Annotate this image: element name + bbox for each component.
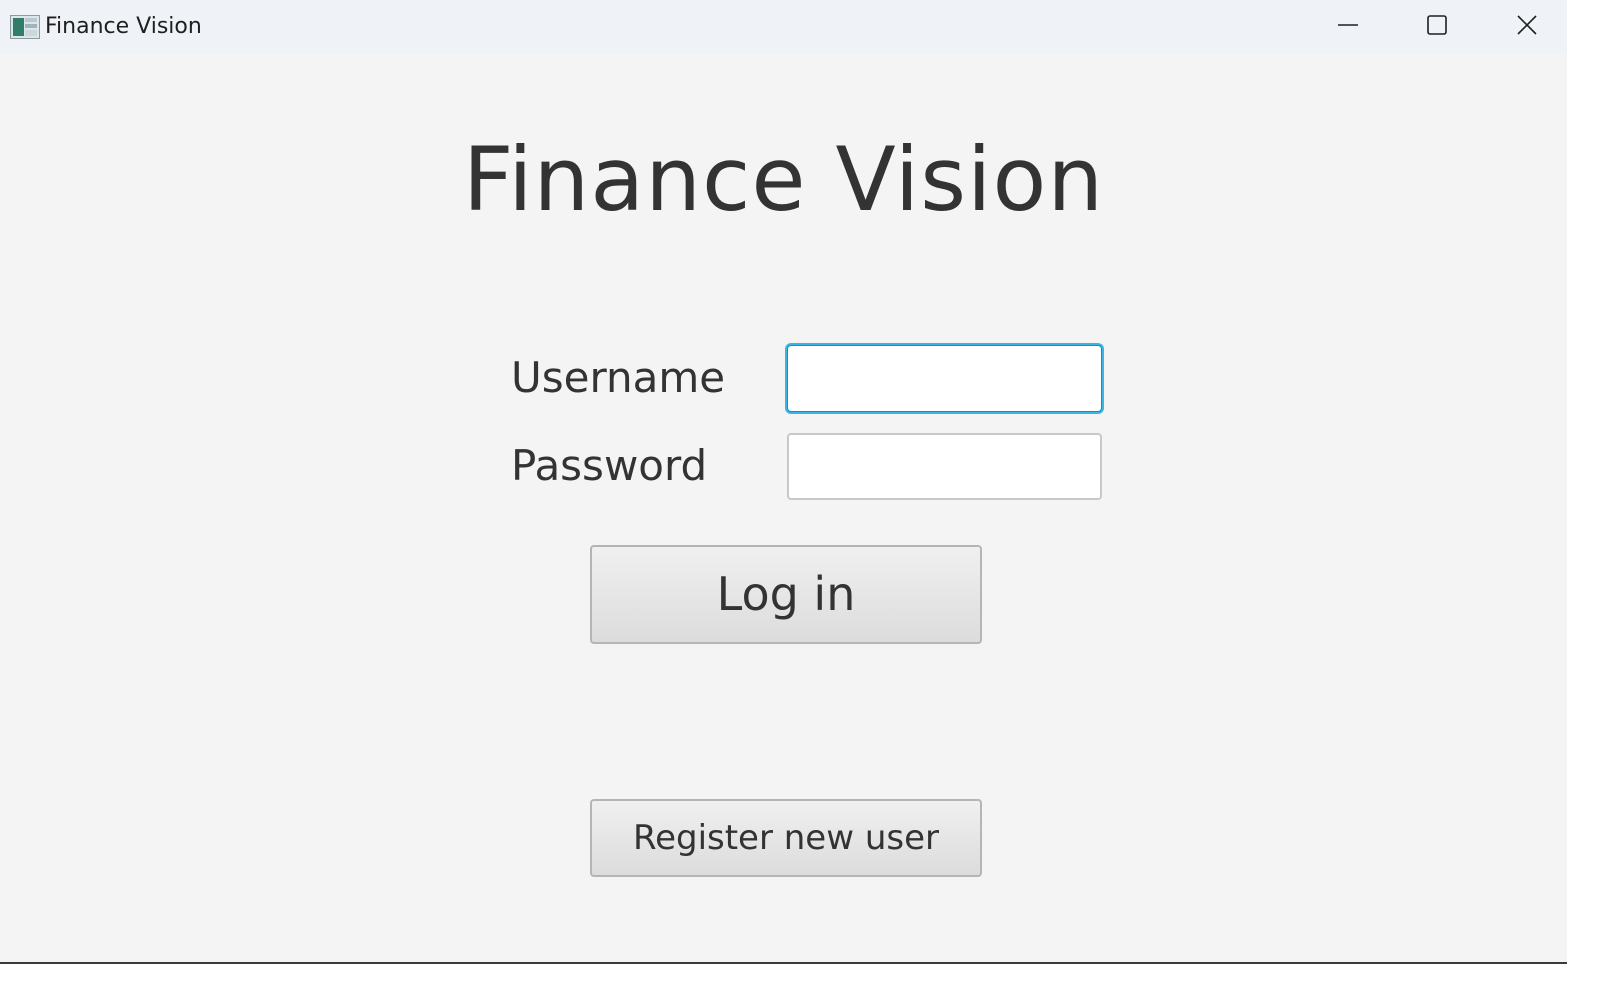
window-title: Finance Vision (45, 14, 202, 39)
minimize-button[interactable] (1304, 0, 1392, 54)
register-button[interactable]: Register new user (590, 799, 982, 877)
login-button[interactable]: Log in (590, 545, 982, 644)
username-label: Username (511, 353, 726, 402)
title-bar[interactable]: Finance Vision (0, 0, 1567, 54)
close-button[interactable] (1483, 0, 1567, 54)
maximize-icon (1426, 14, 1448, 40)
minimize-icon (1337, 14, 1359, 40)
finance-app-icon (10, 15, 40, 39)
app-window: Finance Vision Finance Vision Username P… (0, 0, 1567, 964)
password-input[interactable] (787, 433, 1102, 500)
maximize-button[interactable] (1393, 0, 1481, 54)
close-icon (1516, 14, 1538, 40)
password-label: Password (511, 441, 708, 490)
username-input[interactable] (787, 345, 1102, 412)
app-heading: Finance Vision (462, 128, 1105, 231)
